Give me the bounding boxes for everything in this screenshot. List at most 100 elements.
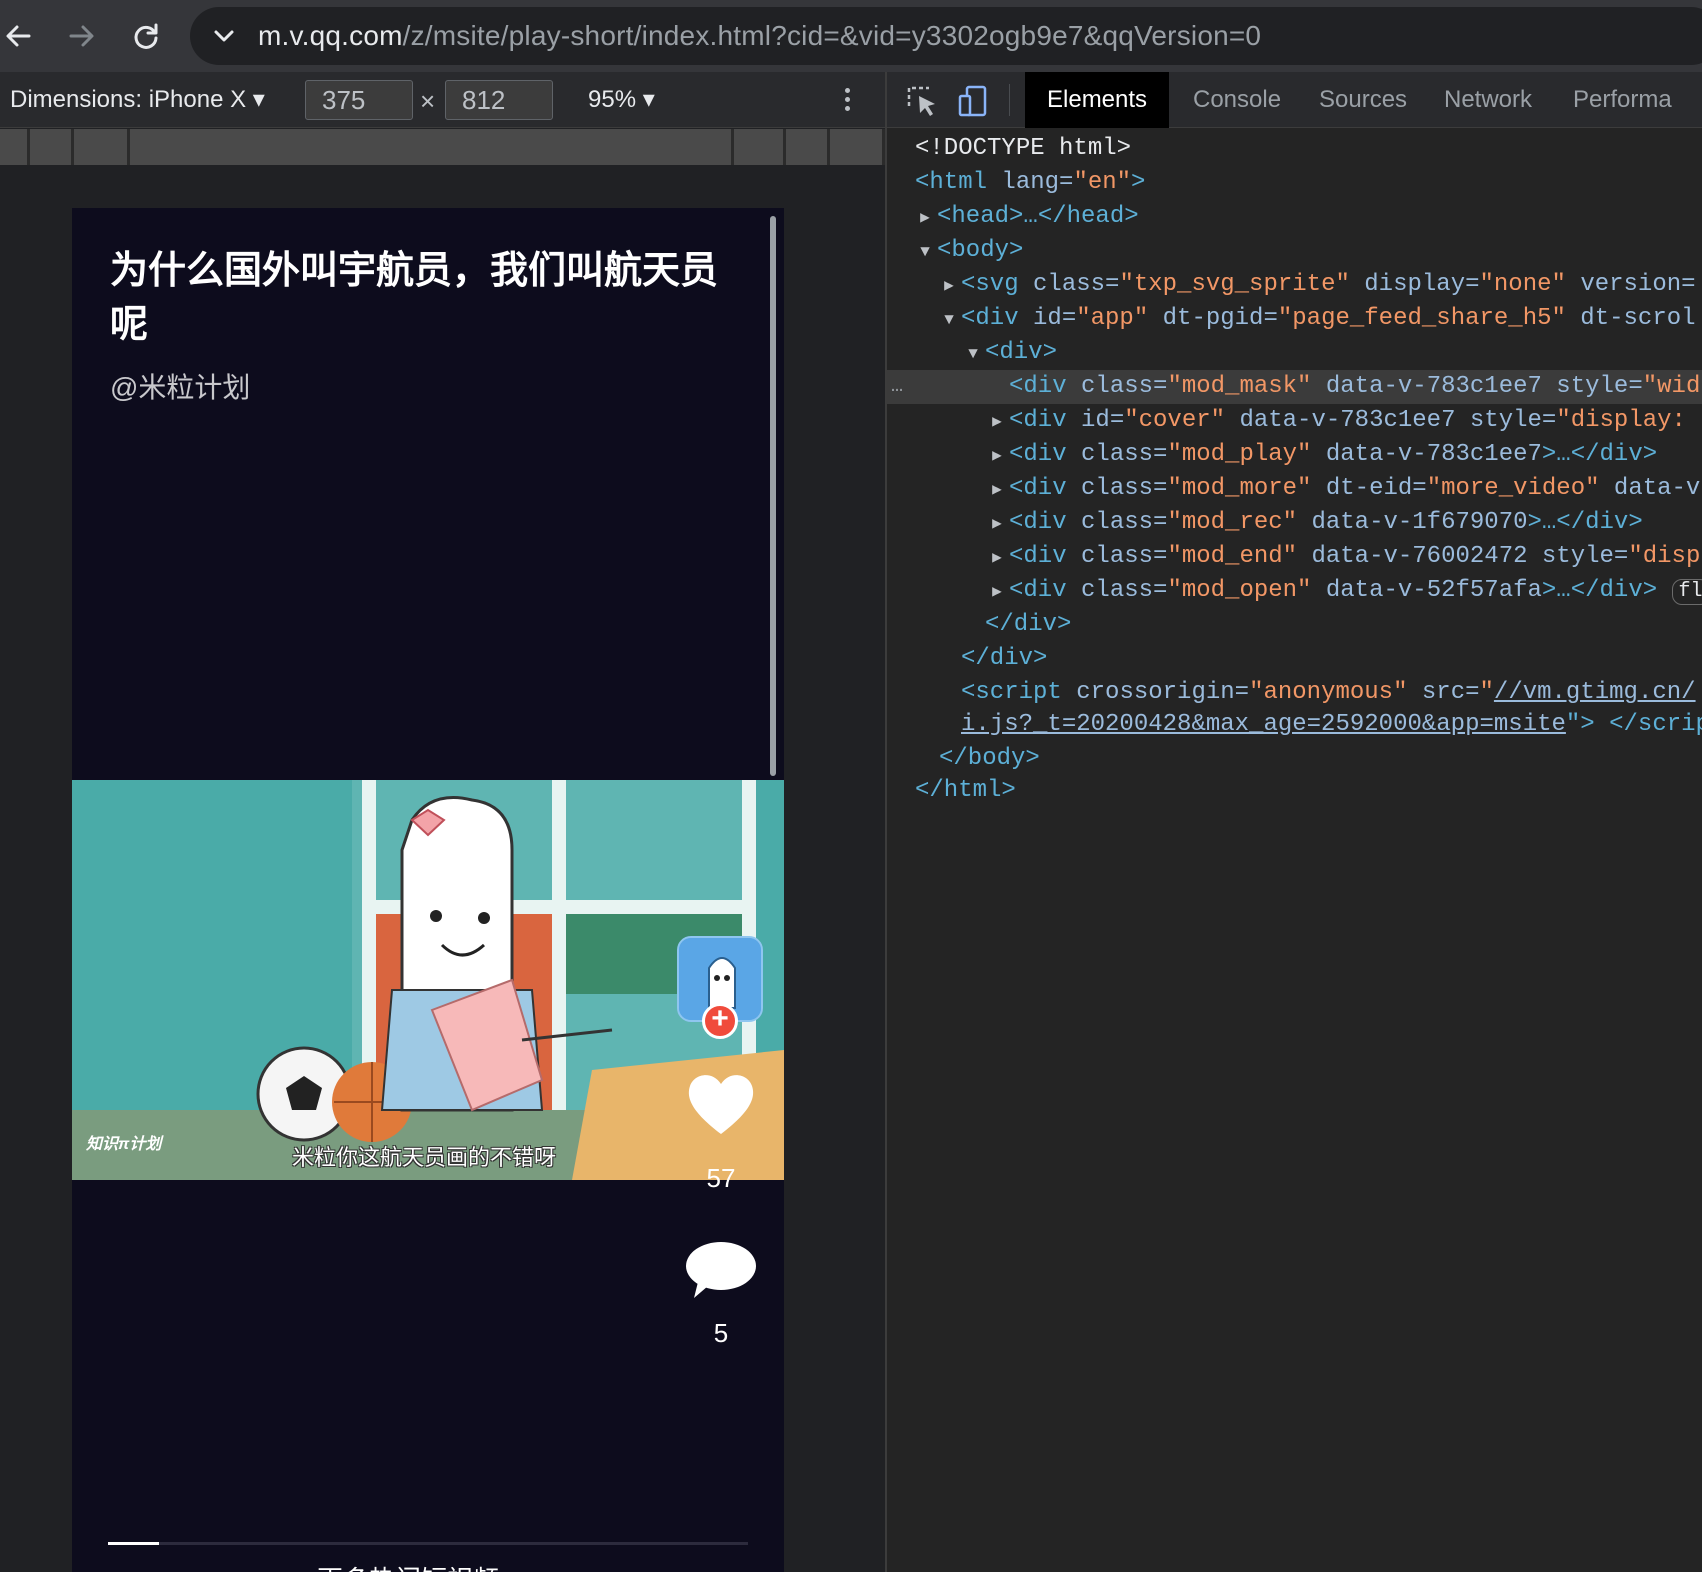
like-count: 57	[706, 1163, 736, 1193]
dom-attr: dt-scrol	[1565, 305, 1696, 332]
browser-window: m.v.qq.com/z/msite/play-short/index.html…	[0, 0, 1702, 1572]
dom-attr: class=	[1066, 441, 1168, 468]
video-subtitle: 米粒你这航天员画的不错呀	[292, 1145, 557, 1170]
media-query-ruler	[0, 129, 885, 165]
chevron-down-icon[interactable]	[210, 22, 238, 50]
dom-node-html[interactable]: <html lang="en">	[887, 166, 1702, 200]
dom-tag: <head>…</head>	[937, 203, 1139, 230]
ruler-segment[interactable]	[130, 129, 734, 165]
flex-badge[interactable]: fl	[1671, 579, 1702, 605]
dom-attr: data-v-1f679070	[1297, 509, 1528, 536]
dom-tag: "> </scrip	[1565, 711, 1702, 738]
dom-node-mod-end[interactable]: ▶ <div class="mod_end" data-v-76002472 st…	[887, 540, 1702, 574]
mobile-page: 为什么国外叫宇航员，我们叫航天员呢 @米粒计划 知识π计划 米粒你这航天员画的不…	[72, 208, 784, 1572]
collapse-triangle-icon[interactable]: ▼	[961, 337, 985, 371]
heart-icon[interactable]	[684, 1068, 758, 1138]
dom-attr: data-v-783c1ee7 style=	[1311, 373, 1643, 400]
dom-node-head[interactable]: ▶ <head>…</head>	[887, 200, 1702, 234]
expand-triangle-icon[interactable]: ▶	[985, 405, 1009, 439]
script-src-link[interactable]: i.js?_t=20200428&max_age=2592000&app=msi…	[961, 711, 1566, 738]
expand-triangle-icon[interactable]: ▶	[913, 201, 937, 235]
expand-triangle-icon[interactable]: ▶	[985, 541, 1009, 575]
dom-attr: lang=	[987, 169, 1074, 196]
dom-node-close-div[interactable]: </div>	[887, 608, 1702, 642]
dom-value: "anonymous"	[1249, 679, 1408, 706]
dom-node-close-html[interactable]: </html>	[887, 774, 1702, 808]
zoom-select[interactable]: 95% ▾	[588, 85, 655, 114]
tab-performance[interactable]: Performa	[1551, 72, 1694, 128]
dom-node-mod-play[interactable]: ▶ <div class="mod_play" data-v-783c1ee7>……	[887, 438, 1702, 472]
comment-bubble-icon[interactable]	[684, 1238, 758, 1302]
expand-triangle-icon[interactable]: ▶	[985, 439, 1009, 473]
ruler-segment[interactable]	[830, 129, 885, 165]
ruler-segment[interactable]	[0, 129, 30, 165]
dom-value: "disp	[1628, 543, 1701, 570]
dom-tag: </div>	[961, 645, 1048, 672]
video-author[interactable]: @米粒计划	[110, 366, 250, 406]
dom-node-close-app[interactable]: </div>	[887, 642, 1702, 676]
tab-elements[interactable]: Elements	[1025, 72, 1170, 128]
ruler-segment[interactable]	[786, 129, 830, 165]
expand-triangle-icon[interactable]: ▶	[985, 507, 1009, 541]
dom-node-mod-open[interactable]: ▶ <div class="mod_open" data-v-52f57afa>……	[887, 574, 1702, 608]
tab-sources[interactable]: Sources	[1297, 72, 1429, 128]
video-watermark: 知识π计划	[86, 1136, 162, 1153]
dom-value: "mod_end"	[1167, 543, 1298, 570]
ruler-segment[interactable]	[74, 129, 130, 165]
dom-node-div[interactable]: ▼ <div>	[887, 336, 1702, 370]
ruler-segment[interactable]	[734, 129, 786, 165]
dom-attr: class=	[1066, 543, 1168, 570]
dom-tag: >…</div>	[1527, 509, 1643, 536]
collapse-triangle-icon[interactable]: ▼	[913, 235, 937, 269]
forward-arrow-icon[interactable]	[60, 14, 104, 58]
elements-dom-tree: <!DOCTYPE html> <html lang="en"> ▶ <head>…	[887, 128, 1702, 1572]
reload-icon[interactable]	[124, 14, 168, 58]
tab-network[interactable]: Network	[1422, 72, 1554, 128]
ruler-segment[interactable]	[30, 129, 74, 165]
dom-tag: </body>	[939, 745, 1040, 772]
page-scrollbar[interactable]	[770, 216, 776, 776]
dom-attr: class=	[1066, 475, 1168, 502]
more-videos-link[interactable]: 更多热门短视频 >	[317, 1560, 521, 1572]
dom-node-close-body[interactable]: </body>	[887, 742, 1702, 776]
dom-attr: data-v-783c1ee7	[1311, 441, 1542, 468]
dom-value: "none"	[1479, 271, 1566, 298]
device-width-input[interactable]: 375	[305, 80, 413, 120]
url-text: m.v.qq.com/z/msite/play-short/index.html…	[258, 20, 1261, 52]
dom-node-doctype[interactable]: <!DOCTYPE html>	[887, 132, 1702, 166]
back-arrow-icon[interactable]	[0, 14, 40, 58]
device-toggle-icon[interactable]	[957, 84, 991, 118]
dom-node-cover[interactable]: ▶ <div id="cover" data-v-783c1ee7 style="…	[887, 404, 1702, 438]
dom-attr: data-v	[1599, 475, 1701, 502]
dom-node-app[interactable]: ▼ <div id="app" dt-pgid="page_feed_share_…	[887, 302, 1702, 336]
dom-tag: <svg	[961, 271, 1019, 298]
dom-node-mod-rec[interactable]: ▶ <div class="mod_rec" data-v-1f679070>…<…	[887, 506, 1702, 540]
expand-triangle-icon[interactable]: ▶	[937, 269, 961, 303]
device-select[interactable]: Dimensions: iPhone X ▾	[10, 85, 265, 114]
tab-console[interactable]: Console	[1171, 72, 1303, 128]
device-toolbar: Dimensions: iPhone X ▾ 375 × 812 95% ▾	[0, 72, 885, 128]
video-progress-track[interactable]	[108, 1542, 748, 1545]
follow-plus-icon[interactable]: +	[702, 1003, 738, 1039]
dom-node-mod-mask[interactable]: … <div class="mod_mask" data-v-783c1ee7 s…	[887, 370, 1702, 404]
dom-node-script[interactable]: <script crossorigin="anonymous" src="//v…	[887, 676, 1702, 710]
dom-attr: class=	[1066, 577, 1168, 604]
row-actions-icon[interactable]: …	[891, 370, 903, 404]
dom-node-script-cont[interactable]: i.js?_t=20200428&max_age=2592000&app=msi…	[887, 708, 1702, 742]
more-options-icon[interactable]	[840, 84, 854, 116]
dom-attr: data-v-52f57afa	[1311, 577, 1542, 604]
dom-node-body[interactable]: ▼ <body>	[887, 234, 1702, 268]
address-bar[interactable]: m.v.qq.com/z/msite/play-short/index.html…	[190, 7, 1702, 65]
dom-attr: class=	[1066, 509, 1168, 536]
device-height-input[interactable]: 812	[445, 80, 553, 120]
inspect-element-icon[interactable]	[905, 84, 939, 118]
video-progress-fill	[108, 1542, 160, 1545]
expand-triangle-icon[interactable]: ▶	[985, 575, 1009, 609]
dom-node-svg[interactable]: ▶ <svg class="txp_svg_sprite" display="no…	[887, 268, 1702, 302]
dom-node-mod-more[interactable]: ▶ <div class="mod_more" dt-eid="more_vide…	[887, 472, 1702, 506]
script-src-link[interactable]: //vm.gtimg.cn/	[1494, 679, 1696, 706]
collapse-triangle-icon[interactable]: ▼	[937, 303, 961, 337]
dom-tag: <div	[1009, 441, 1067, 468]
dom-value: "mod_play"	[1167, 441, 1312, 468]
expand-triangle-icon[interactable]: ▶	[985, 473, 1009, 507]
